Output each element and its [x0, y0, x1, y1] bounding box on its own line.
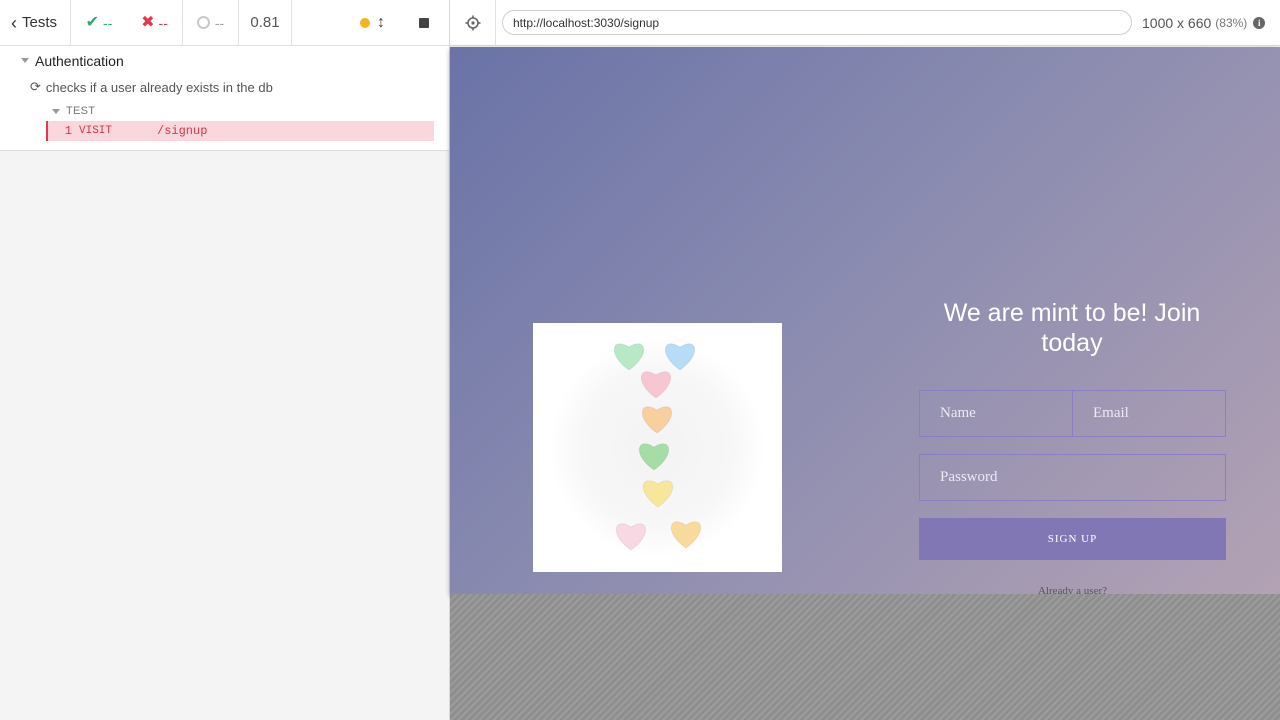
command-message: /signup — [157, 124, 208, 138]
name-field[interactable] — [919, 390, 1073, 437]
signup-title: We are mint to be! Join today — [943, 299, 1201, 357]
run-controls: ↕ — [360, 0, 449, 46]
back-to-tests-button[interactable]: ‹ Tests — [0, 0, 71, 46]
suite-title: Authentication — [35, 52, 124, 69]
passed-stat: ✔ -- — [71, 0, 127, 46]
test-title: checks if a user already exists in the d… — [45, 79, 273, 95]
header-spacer — [292, 0, 360, 46]
test-row[interactable]: ⟳ checks if a user already exists in the… — [0, 73, 449, 101]
viewport-scale: (83%) — [1215, 15, 1248, 30]
tests-label: Tests — [22, 14, 58, 31]
candy-hearts-image — [533, 323, 782, 572]
hearts-illustration — [533, 323, 782, 572]
command-number: 1 — [64, 124, 72, 138]
failed-count: -- — [158, 14, 168, 31]
already-user-link[interactable]: Already a user? — [919, 585, 1226, 594]
password-field[interactable] — [919, 454, 1226, 501]
x-icon: ✖ — [141, 13, 155, 31]
auto-scroll-icon[interactable]: ↕ — [377, 14, 385, 32]
runnables-list: Authentication ⟳ checks if a user alread… — [0, 46, 449, 151]
run-duration: 0.81 — [239, 0, 292, 46]
app-frame: We are mint to be! Join today SIGN UP Al… — [450, 47, 1280, 594]
reporter-panel: ‹ Tests ✔ -- ✖ -- -- 0.81 ↕ Authenticati… — [0, 0, 450, 720]
collapse-triangle-icon — [52, 108, 60, 114]
info-icon[interactable]: i — [1253, 16, 1266, 29]
running-indicator-icon — [360, 17, 370, 28]
stop-button[interactable] — [419, 17, 429, 28]
failed-stat: ✖ -- — [127, 0, 183, 46]
command-row[interactable]: 1 VISIT /signup — [46, 121, 434, 141]
pending-count: -- — [214, 14, 225, 31]
signup-button[interactable]: SIGN UP — [919, 518, 1226, 560]
refresh-icon: ⟳ — [30, 79, 41, 94]
email-field[interactable] — [1072, 390, 1226, 437]
pending-ring-icon — [196, 16, 210, 29]
collapse-triangle-icon — [21, 58, 29, 63]
command-name: VISIT — [79, 125, 113, 137]
reporter-header: ‹ Tests ✔ -- ✖ -- -- 0.81 ↕ — [0, 0, 449, 46]
aut-header: 1000 x 660 (83%) i — [450, 0, 1280, 46]
passed-count: -- — [103, 14, 113, 31]
pending-stat: -- — [183, 0, 239, 46]
viewport-overflow-area — [450, 594, 1280, 720]
url-field[interactable] — [502, 10, 1132, 35]
crosshair-icon — [465, 15, 480, 30]
suite-row[interactable]: Authentication — [0, 46, 449, 73]
viewport-size: 1000 x 660 — [1142, 14, 1212, 31]
chevron-left-icon: ‹ — [11, 12, 17, 33]
test-section-header[interactable]: TEST — [0, 101, 449, 121]
section-label: TEST — [66, 105, 96, 117]
selector-playground-button[interactable] — [450, 0, 496, 46]
check-icon: ✔ — [85, 13, 100, 31]
